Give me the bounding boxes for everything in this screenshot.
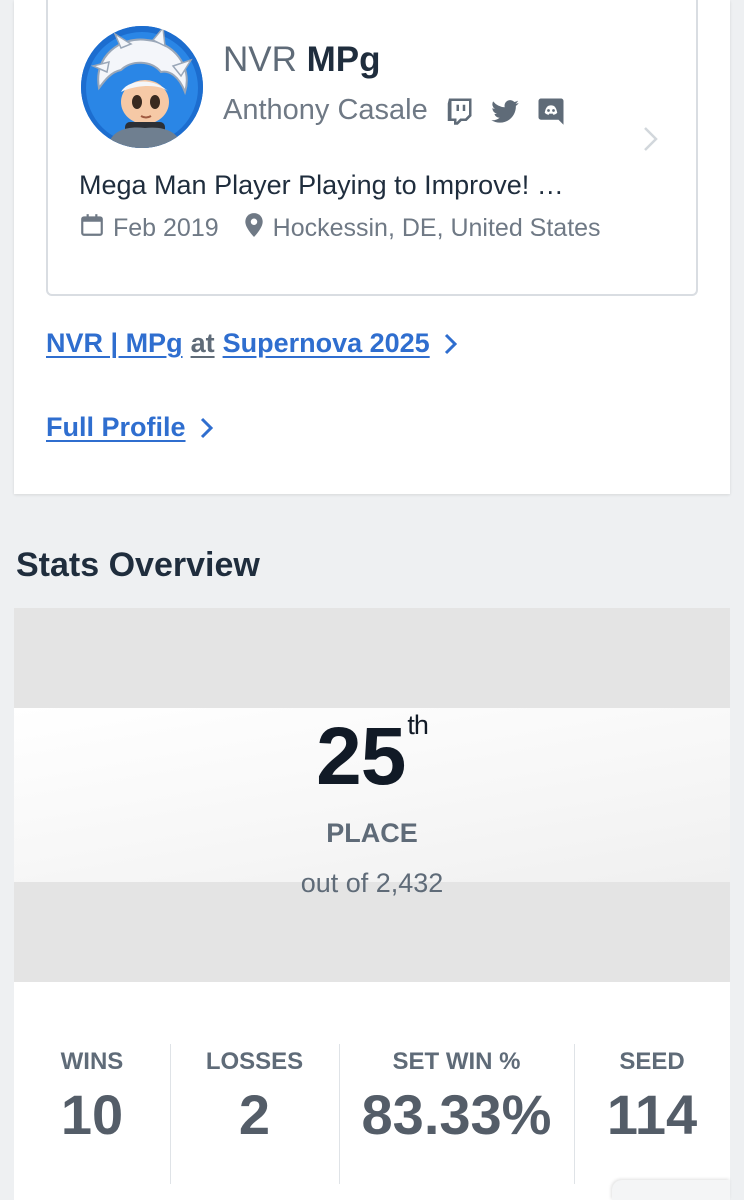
placement-banner: 25th PLACE out of 2,432	[14, 608, 730, 982]
join-date-text: Feb 2019	[113, 214, 219, 242]
calendar-icon	[79, 212, 105, 245]
tournament-link[interactable]: Supernova 2025	[223, 328, 430, 359]
at-text: at	[190, 328, 215, 358]
profile-summary[interactable]: NVR MPg Anthony Casale Mega Man Player P…	[46, 0, 698, 296]
twitch-icon[interactable]	[444, 96, 474, 126]
join-date: Feb 2019	[79, 212, 219, 245]
chevron-right-icon	[642, 125, 660, 160]
gamertag: MPg	[306, 40, 381, 79]
stat-label: LOSSES	[205, 1048, 304, 1075]
real-name-row: Anthony Casale	[223, 94, 566, 127]
entrant-link[interactable]: NVR | MPg	[46, 328, 183, 359]
place-out-of: out of 2,432	[300, 868, 444, 898]
stat-losses: LOSSES 2	[170, 1044, 339, 1184]
bio: Mega Man Player Playing to Improve! …	[79, 170, 564, 200]
discord-icon[interactable]	[536, 96, 566, 126]
placement-number: 25th	[14, 710, 730, 804]
floating-action-tab[interactable]	[612, 1180, 730, 1200]
twitter-icon[interactable]	[490, 96, 520, 126]
real-name: Anthony Casale	[223, 94, 428, 126]
event-entrant-link[interactable]: NVR | MPg at Supernova 2025	[46, 328, 458, 359]
stat-seed: SEED 114	[574, 1044, 730, 1184]
placement-suffix: th	[407, 710, 429, 740]
stat-value: 114	[606, 1083, 698, 1146]
stat-value: 83.33%	[361, 1083, 552, 1146]
stats-card: 25th PLACE out of 2,432 WINS 10 LOSSES 2…	[14, 608, 730, 1200]
stat-label: SET WIN %	[392, 1048, 521, 1075]
profile-meta: Feb 2019 Hockessin, DE, United States	[79, 212, 625, 245]
stat-label: SEED	[619, 1048, 685, 1075]
stats-grid: WINS 10 LOSSES 2 SET WIN % 83.33% SEED 1…	[14, 1044, 730, 1184]
location: Hockessin, DE, United States	[243, 212, 601, 245]
player-name: NVR MPg	[223, 40, 381, 80]
sponsor-prefix: NVR	[223, 40, 297, 79]
stat-label: WINS	[60, 1048, 124, 1075]
section-title: Stats Overview	[16, 546, 260, 584]
stat-set-win-pct: SET WIN % 83.33%	[339, 1044, 574, 1184]
avatar	[81, 26, 203, 148]
stat-value: 10	[60, 1083, 124, 1146]
place-label: PLACE	[326, 818, 418, 848]
full-profile-link[interactable]: Full Profile	[46, 412, 186, 443]
stat-value: 2	[238, 1083, 271, 1146]
location-pin-icon	[243, 212, 265, 245]
social-links	[444, 96, 566, 126]
chevron-right-icon	[200, 417, 214, 439]
full-profile-link-row[interactable]: Full Profile	[46, 412, 214, 443]
location-text: Hockessin, DE, United States	[272, 214, 601, 242]
stat-wins: WINS 10	[14, 1044, 170, 1184]
placement-value: 25	[316, 711, 406, 802]
player-card: NVR MPg Anthony Casale Mega Man Player P…	[14, 0, 730, 494]
chevron-right-icon	[444, 333, 458, 355]
